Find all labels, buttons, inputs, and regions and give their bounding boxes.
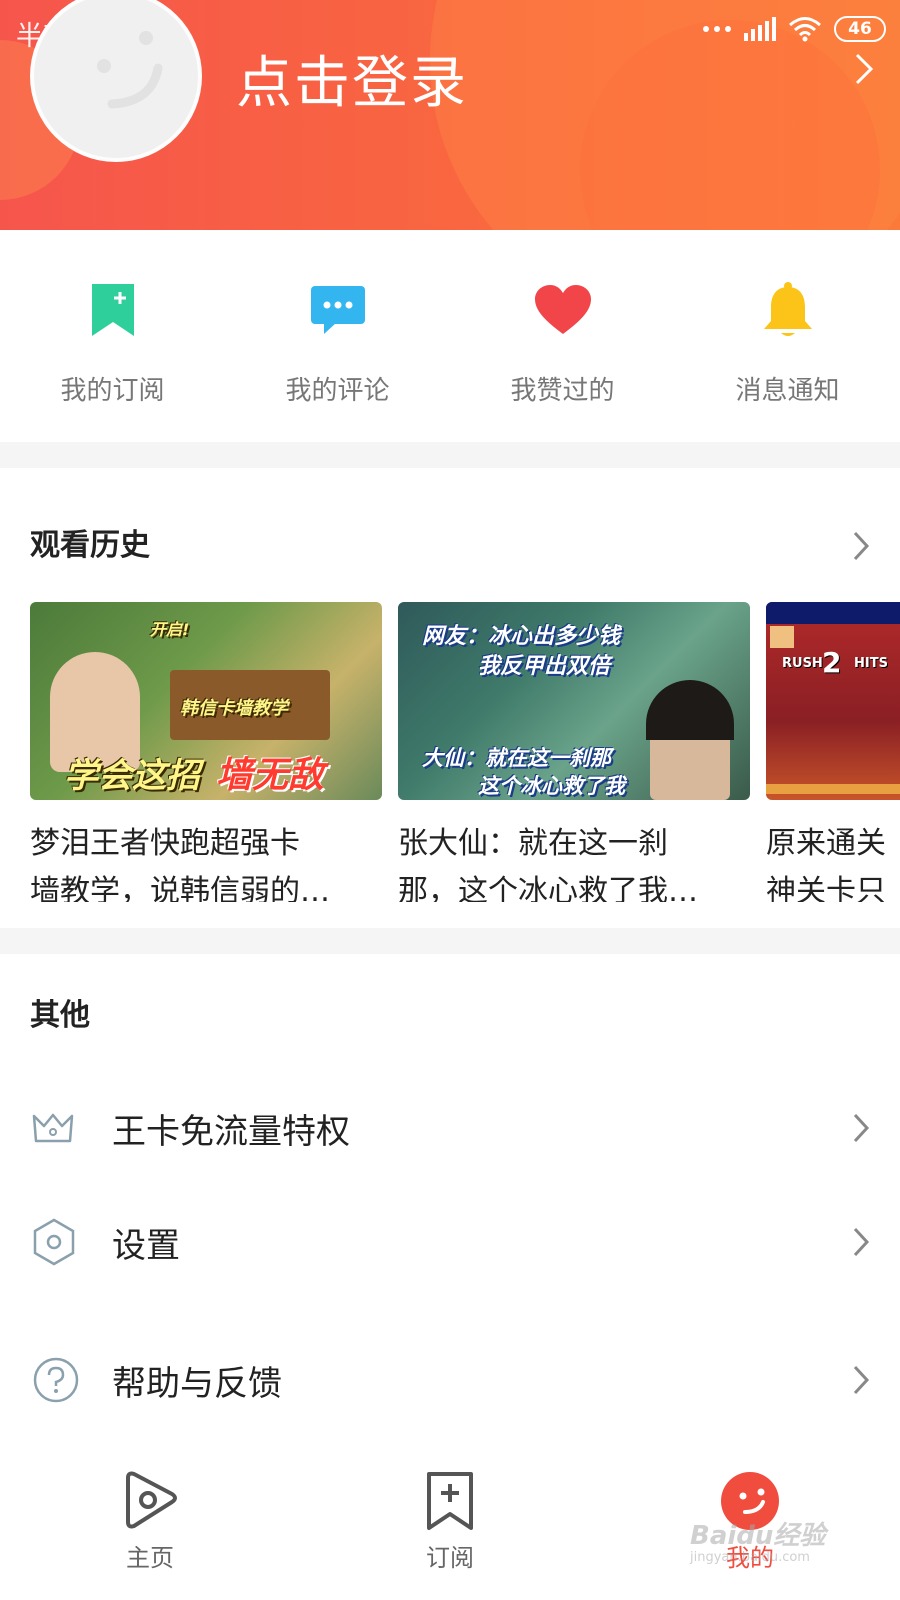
play-home-icon <box>126 1471 177 1529</box>
video-title[interactable]: 原来通关 神关卡只 <box>766 820 900 902</box>
video-title-line: 那，这个冰心救了我… <box>398 874 698 902</box>
quick-action-label: 消息通知 <box>735 376 840 406</box>
nav-label: 订阅 <box>426 1544 474 1572</box>
chevron-right-icon[interactable] <box>852 530 870 562</box>
smiley-face-icon <box>97 31 163 109</box>
chevron-right-icon <box>853 1365 870 1395</box>
history-card[interactable]: 韩信卡墙教学 开启! 学会这招 墙无敌 梦泪王者快跑超强卡 墙教学，说韩信弱的… <box>30 602 382 902</box>
row-label: 王卡免流量特权 <box>112 1111 350 1152</box>
watermark-brand: Baidu经验 <box>690 1521 826 1551</box>
my-subscriptions-button[interactable]: 我的订阅 <box>0 230 225 442</box>
thumbnail-caption: 大仙：就在这一刹那 <box>422 746 611 770</box>
video-thumbnail[interactable]: 网友：冰心出多少钱 我反甲出双倍 大仙：就在这一刹那 这个冰心救了我 <box>398 602 750 800</box>
chevron-right-icon[interactable] <box>854 52 874 86</box>
others-title: 其他 <box>30 998 90 1033</box>
bell-icon <box>763 282 812 336</box>
history-card[interactable]: 网友：冰心出多少钱 我反甲出双倍 大仙：就在这一刹那 这个冰心救了我 张大仙：就… <box>398 602 750 902</box>
thumbnail-caption: 网友：冰心出多少钱 <box>422 624 621 649</box>
chevron-right-icon <box>853 1227 870 1257</box>
section-divider <box>0 442 900 468</box>
heart-icon <box>534 285 591 334</box>
thumbnail-caption: HITS <box>854 656 888 671</box>
row-label: 设置 <box>112 1225 180 1266</box>
fighter-portrait <box>770 626 794 648</box>
bookmark-plus-icon <box>427 1472 473 1530</box>
nav-home[interactable]: 主页 <box>80 1470 220 1573</box>
settings-row[interactable]: 设置 <box>0 1192 900 1292</box>
watermark-url: jingyan.baidu.com <box>690 1550 810 1565</box>
video-title[interactable]: 梦泪王者快跑超强卡 墙教学，说韩信弱的… <box>30 820 382 902</box>
thumbnail-caption: RUSH <box>782 656 823 671</box>
chat-bubble-icon <box>310 286 365 334</box>
help-circle-icon <box>33 1357 79 1403</box>
battery-icon: 46 <box>834 16 886 42</box>
more-dots-icon <box>703 26 731 32</box>
baidu-watermark: Baidu经验 jingyan.baidu.com <box>690 1515 825 1565</box>
watch-history-title: 观看历史 <box>30 528 150 563</box>
my-comments-button[interactable]: 我的评论 <box>225 230 450 442</box>
notifications-button[interactable]: 消息通知 <box>675 230 900 442</box>
thumbnail-caption: 2 <box>822 646 842 679</box>
crown-icon <box>32 1113 74 1143</box>
bookmark-plus-icon <box>91 284 134 336</box>
history-card[interactable]: RUSH 2 HITS 原来通关 神关卡只 <box>766 602 900 902</box>
game-hud <box>766 784 900 794</box>
video-thumbnail[interactable]: RUSH 2 HITS <box>766 602 900 800</box>
login-button[interactable]: 点击登录 <box>236 38 468 119</box>
video-title-line: 墙教学，说韩信弱的… <box>30 874 330 902</box>
video-title-line: 神关卡只 <box>766 874 886 902</box>
thumbnail-caption: 这个冰心救了我 <box>478 774 625 798</box>
video-title-line: 张大仙：就在这一刹 <box>398 826 668 861</box>
help-feedback-row[interactable]: 帮助与反馈 <box>0 1330 900 1430</box>
wifi-icon <box>789 17 821 42</box>
quick-action-label: 我的订阅 <box>60 376 165 406</box>
nav-label: 主页 <box>126 1544 174 1572</box>
quick-actions: 我的订阅 我的评论 我赞过的 消息通知 <box>0 230 900 442</box>
hexagon-settings-icon <box>33 1218 75 1266</box>
history-list: 韩信卡墙教学 开启! 学会这招 墙无敌 梦泪王者快跑超强卡 墙教学，说韩信弱的…… <box>30 602 900 902</box>
thumbnail-caption: 我反甲出双倍 <box>478 654 611 679</box>
game-hud <box>766 602 900 624</box>
nav-subscriptions[interactable]: 订阅 <box>380 1470 520 1573</box>
quick-action-label: 我赞过的 <box>510 376 615 406</box>
streamer-hair <box>646 680 734 740</box>
section-divider <box>0 928 900 954</box>
signal-icon <box>744 17 776 41</box>
video-title[interactable]: 张大仙：就在这一刹 那，这个冰心救了我… <box>398 820 750 902</box>
liked-button[interactable]: 我赞过的 <box>450 230 675 442</box>
chevron-right-icon <box>853 1113 870 1143</box>
profile-header: 半夜12:42 46 点击登录 <box>0 0 900 230</box>
quick-action-label: 我的评论 <box>285 376 390 406</box>
thumbnail-caption: 墙无敌 <box>216 755 325 796</box>
row-label: 帮助与反馈 <box>112 1363 282 1404</box>
avatar[interactable] <box>30 0 202 162</box>
thumbnail-caption: 学会这招 <box>64 756 200 796</box>
thumbnail-caption: 开启! <box>150 620 190 639</box>
wangka-data-privilege-row[interactable]: 王卡免流量特权 <box>0 1078 900 1178</box>
status-icons: 46 <box>702 16 886 42</box>
video-title-line: 梦泪王者快跑超强卡 <box>30 826 300 861</box>
thumbnail-caption: 韩信卡墙教学 <box>180 698 288 719</box>
video-thumbnail[interactable]: 韩信卡墙教学 开启! 学会这招 墙无敌 <box>30 602 382 800</box>
video-title-line: 原来通关 <box>766 826 886 861</box>
